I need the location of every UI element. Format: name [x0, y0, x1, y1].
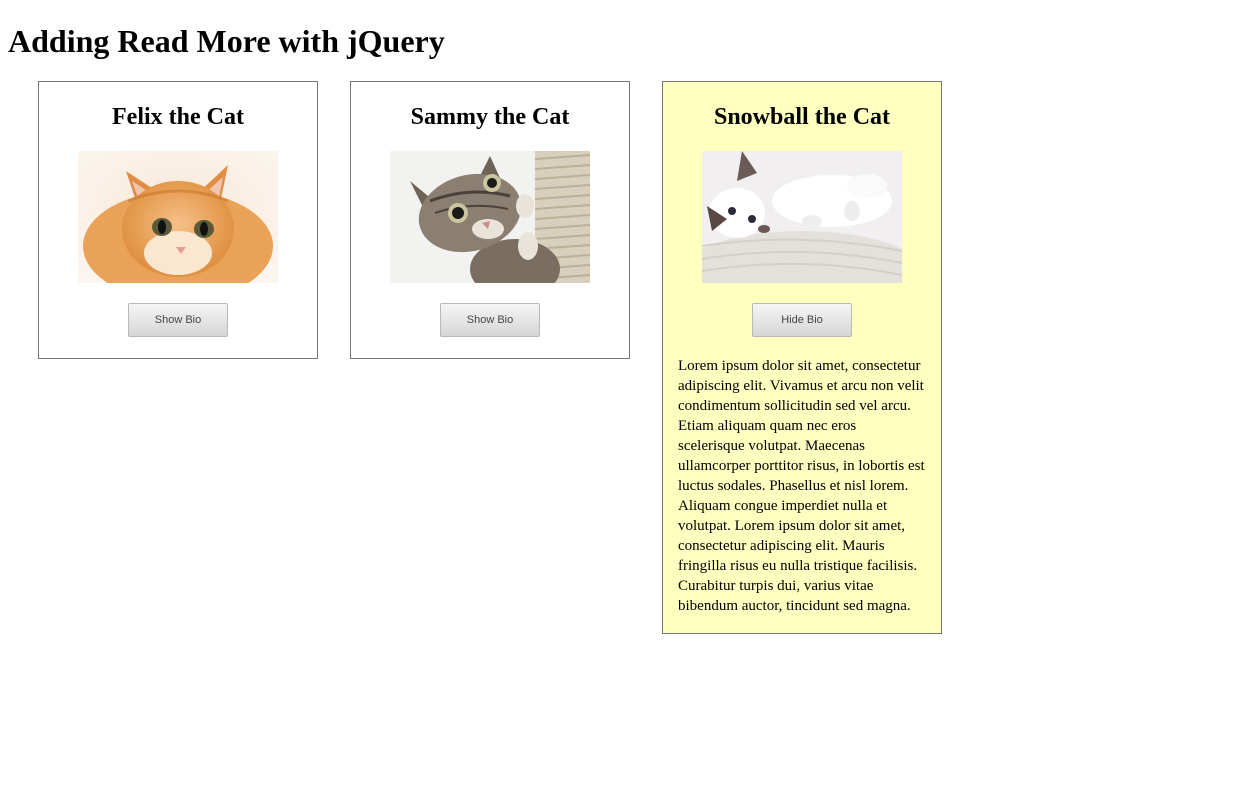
- cat-card-felix: Felix the Cat Show Bio: [38, 81, 318, 359]
- cat-card-snowball: Snowball the Cat Hide Bio Lorem ipsum do…: [662, 81, 942, 634]
- tabby-kitten-image: [390, 151, 590, 283]
- cat-bio: Lorem ipsum dolor sit amet, consectetur …: [678, 358, 925, 614]
- page-title: Adding Read More with jQuery: [8, 23, 445, 59]
- show-bio-button[interactable]: Show Bio: [440, 303, 540, 337]
- hide-bio-button[interactable]: Hide Bio: [752, 303, 852, 337]
- cat-photo-snowball: [702, 151, 902, 283]
- cat-photo-felix: [78, 151, 278, 283]
- white-kitten-image: [702, 151, 902, 283]
- cat-photo-sammy: [390, 151, 590, 283]
- orange-kitten-image: [78, 151, 278, 283]
- cat-name: Snowball the Cat: [713, 104, 891, 130]
- cat-name: Felix the Cat: [112, 104, 244, 130]
- cat-name: Sammy the Cat: [410, 104, 570, 130]
- show-bio-button[interactable]: Show Bio: [128, 303, 228, 337]
- cat-card-sammy: Sammy the Cat Show Bio: [350, 81, 630, 359]
